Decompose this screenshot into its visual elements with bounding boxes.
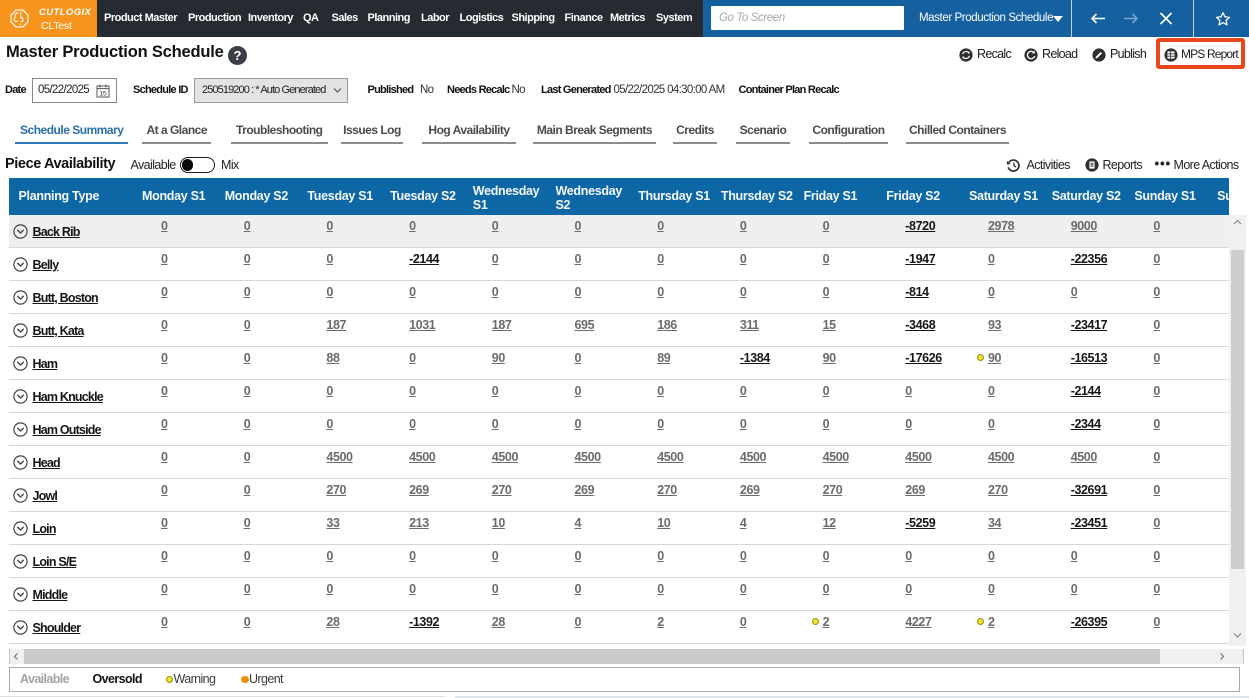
svg-text:15: 15 xyxy=(99,90,107,97)
